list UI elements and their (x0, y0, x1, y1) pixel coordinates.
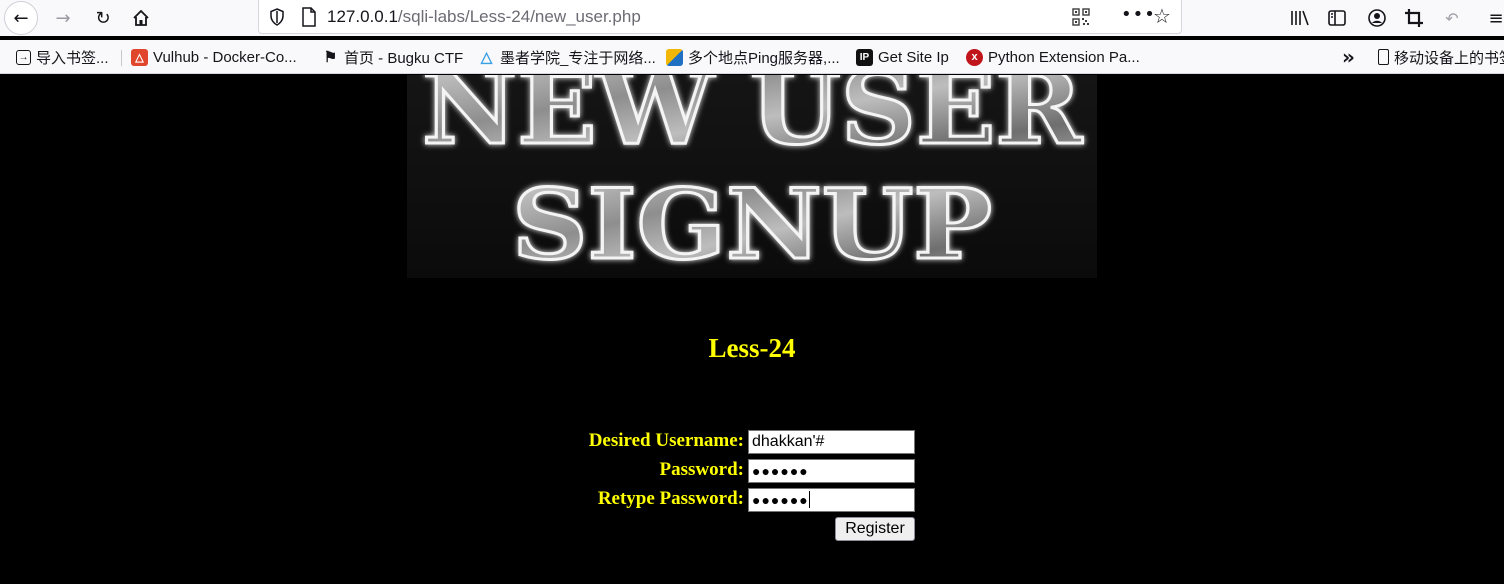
lesson-title: Less-24 (708, 333, 796, 363)
bookmark-label: 首页 - Bugku CTF (344, 49, 464, 67)
bookmark-separator (121, 50, 122, 66)
retype-password-label: Retype Password: (597, 488, 744, 509)
forward-button[interactable]: → (48, 3, 78, 33)
password-value: ●●●●●● (752, 463, 809, 479)
password-label: Password: (659, 459, 744, 480)
url-host: 127.0.0.1 (327, 7, 398, 26)
mobile-icon (1378, 49, 1389, 65)
bookmark-label: Python Extension Pa... (988, 48, 1140, 66)
url-path: /sqli-labs/Less-24/new_user.php (397, 7, 641, 26)
vulhub-icon: △ (131, 48, 148, 66)
password-input[interactable]: ●●●●●● (748, 459, 915, 483)
signup-banner: NEW USER SIGNUP (407, 75, 1097, 278)
bookmark-ping[interactable]: 多个地点Ping服务器,... (666, 46, 840, 68)
username-input[interactable]: dhakkan'# (748, 430, 915, 454)
account-icon[interactable] (1365, 6, 1389, 30)
bookmark-label: Vulhub - Docker-Co... (153, 48, 297, 66)
more-actions-icon[interactable]: ••• (1121, 4, 1156, 25)
url-text[interactable]: 127.0.0.1/sqli-labs/Less-24/new_user.php (327, 7, 641, 27)
ip-icon: IP (856, 48, 873, 66)
banner-line-2: SIGNUP (512, 168, 992, 278)
back-arrow-icon: ← (13, 7, 29, 29)
text-caret (808, 491, 810, 508)
bookmark-star-icon[interactable]: ☆ (1153, 4, 1171, 28)
python-ext-icon: x (966, 48, 983, 66)
browser-toolbar: ← → ↻ 127.0.0.1/sqli-labs/Less-24/new_us… (0, 0, 1504, 36)
bookmark-label: 移动设备上的书签 (1394, 49, 1504, 67)
chevron-right-icon[interactable]: » (1342, 45, 1355, 69)
forward-arrow-icon: → (55, 7, 71, 29)
reload-button[interactable]: ↻ (88, 3, 118, 33)
page-icon[interactable] (301, 7, 317, 27)
mozhe-icon: △ (480, 49, 493, 66)
menu-icon[interactable]: ≡ (1484, 6, 1504, 30)
bookmark-mobile[interactable]: 移动设备上的书签 (1378, 46, 1504, 68)
qr-code-icon[interactable] (1072, 8, 1090, 26)
bookmark-mozhe[interactable]: △ 墨者学院_专注于网络... (478, 46, 656, 68)
banner-line-1: NEW USER (422, 75, 1083, 167)
bookmark-import[interactable]: → 导入书签... (16, 46, 109, 68)
home-button[interactable] (126, 3, 156, 33)
import-icon: → (16, 49, 31, 65)
bookmark-get-site-ip[interactable]: IP Get Site Ip (856, 46, 949, 68)
library-icon[interactable] (1288, 6, 1312, 30)
flag-icon: ⚑ (323, 49, 338, 66)
retype-password-value: ●●●●●● (752, 492, 809, 508)
bookmark-label: Get Site Ip (878, 48, 949, 66)
register-button[interactable]: Register (835, 517, 915, 541)
ping-icon (666, 48, 683, 66)
bookmarks-bar: → 导入书签... △ Vulhub - Docker-Co... ⚑ 首页 -… (0, 40, 1504, 74)
sidebar-icon[interactable] (1325, 6, 1349, 30)
bookmark-label: 导入书签... (36, 49, 109, 67)
bookmark-label: 多个地点Ping服务器,... (688, 49, 840, 67)
shield-icon[interactable] (269, 8, 285, 26)
retype-password-input[interactable]: ●●●●●● (748, 488, 915, 512)
back-button[interactable]: ← (4, 1, 38, 35)
bookmark-bugku[interactable]: ⚑ 首页 - Bugku CTF (322, 46, 463, 68)
address-bar[interactable]: 127.0.0.1/sqli-labs/Less-24/new_user.php… (258, 0, 1182, 34)
bookmark-vulhub[interactable]: △ Vulhub - Docker-Co... (131, 46, 297, 68)
undo-icon[interactable]: ↶ (1440, 6, 1464, 30)
bookmark-label: 墨者学院_专注于网络... (500, 49, 656, 67)
crop-icon[interactable] (1402, 6, 1426, 30)
bookmark-python-ext[interactable]: x Python Extension Pa... (966, 46, 1140, 68)
home-icon (133, 9, 149, 26)
reload-icon: ↻ (95, 7, 111, 29)
username-value: dhakkan'# (752, 433, 825, 450)
username-label: Desired Username: (588, 430, 744, 451)
